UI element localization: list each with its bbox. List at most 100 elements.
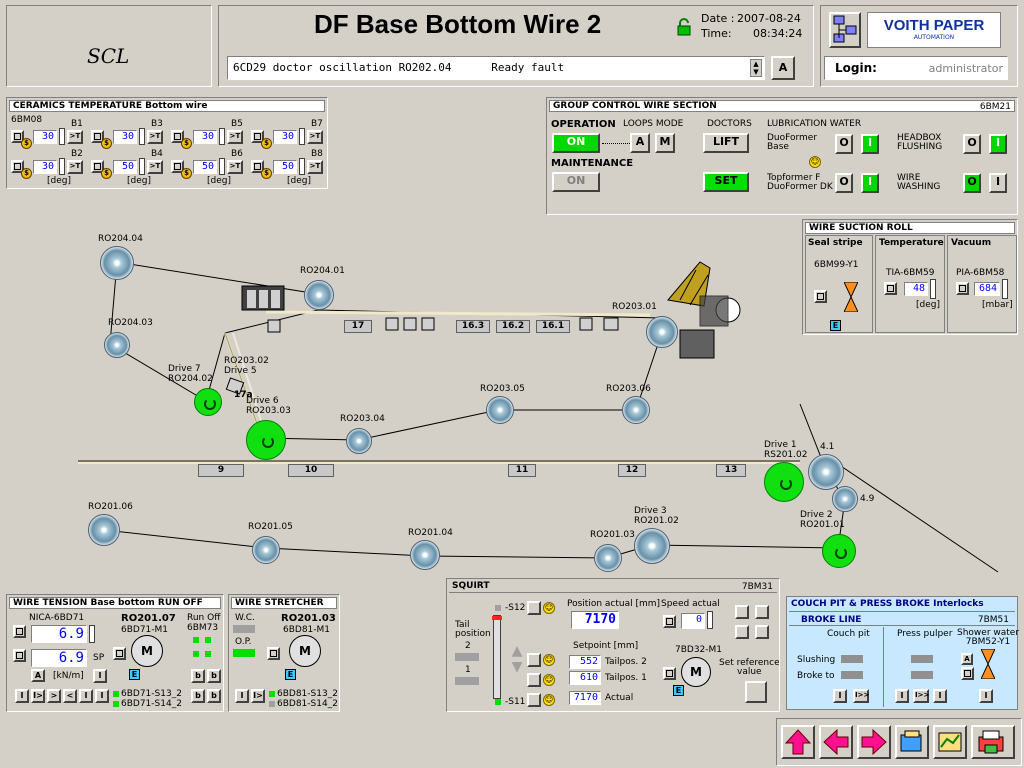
wire-tension-mode-button[interactable]: I	[93, 669, 107, 683]
wire-tension-leg1: 6BD71-S13_2	[121, 689, 182, 699]
broke-to-couch-indicator	[841, 671, 863, 679]
couch-pit-btn-2[interactable]: I>>	[853, 689, 869, 703]
op-indicator	[233, 649, 255, 657]
wire-tension-step-1[interactable]: I	[15, 689, 29, 703]
s11-button[interactable]	[527, 693, 541, 707]
run-off-b-button-4[interactable]: b	[207, 689, 221, 703]
wire-tension-a-button[interactable]: A	[31, 669, 45, 682]
ro201-05-roll[interactable]	[252, 536, 280, 564]
foil-box-7[interactable]: 12	[618, 464, 646, 477]
tail-pos2-label: 2	[465, 641, 471, 651]
tail-pos1-label: 1	[465, 665, 471, 675]
nav-trend-icon[interactable]	[933, 725, 967, 759]
tailpos1-label: Tailpos. 1	[605, 673, 647, 683]
nav-print-icon[interactable]	[971, 725, 1015, 759]
tailpos1-button[interactable]	[527, 673, 541, 687]
foil-box-0[interactable]: 17	[344, 320, 372, 333]
shower-a-button[interactable]: A	[961, 653, 973, 665]
nav-up-arrow-icon[interactable]	[781, 725, 815, 759]
ro201-04-roll[interactable]	[410, 540, 440, 570]
wire-tension-step-3[interactable]: >	[47, 689, 61, 703]
actual-value: 7170	[569, 691, 601, 705]
wire-stretcher-step-1[interactable]: I	[235, 689, 249, 703]
roll-label-ro203-06: RO203.06	[606, 384, 651, 394]
foil-box-5[interactable]: 10	[288, 464, 334, 477]
drive2-roll[interactable]	[822, 534, 856, 568]
ro204-04-roll[interactable]	[100, 246, 134, 280]
foil-box-2[interactable]: 16.2	[496, 320, 530, 333]
wire-tension-leg1-led	[113, 691, 119, 697]
drive1-roll[interactable]	[764, 462, 804, 502]
foil-box-3[interactable]: 16.1	[536, 320, 570, 333]
press-pulper-btn-2[interactable]: I>>	[913, 689, 929, 703]
wire-stretcher-leg2: 6BD81-S14_2	[277, 699, 338, 709]
roll-label-ro201-06: RO201.06	[88, 502, 133, 512]
wire-tension-select-2[interactable]	[13, 649, 26, 662]
wire-stretcher-motor-select[interactable]	[267, 647, 280, 660]
set-reference-button[interactable]	[745, 681, 767, 703]
foil-box-6[interactable]: 11	[508, 464, 536, 477]
ro204-03-roll[interactable]	[104, 332, 130, 358]
foil-box-1[interactable]: 16.3	[456, 320, 490, 333]
wire-tension-select-1[interactable]	[13, 625, 26, 638]
roll-label-ro201-05: RO201.05	[248, 522, 293, 532]
ro201-06-roll[interactable]	[88, 514, 120, 546]
move-arrows-icon[interactable]: ▲ ▼	[509, 643, 525, 677]
squirt-btn-4[interactable]	[755, 625, 769, 639]
wire-stretcher-e-badge: E	[285, 669, 296, 680]
nav-left-arrow-icon[interactable]	[819, 725, 853, 759]
roll-label-drive2: Drive 2 RO201.01	[800, 510, 845, 530]
wire-tension-step-6[interactable]: I	[95, 689, 109, 703]
wire-tension-motor-select[interactable]	[113, 647, 126, 660]
couch-pit-btn-1[interactable]: I	[833, 689, 847, 703]
wire-tension-unit: [kN/m]	[53, 671, 84, 681]
wc-label: W.C.	[235, 613, 255, 623]
drive7-roll[interactable]	[194, 388, 222, 416]
squirt-btn-1[interactable]	[735, 605, 749, 619]
foil-box-8[interactable]: 13	[716, 464, 746, 477]
wire-stretcher-step-2[interactable]: I>	[251, 689, 265, 703]
wire-tension-step-2[interactable]: I>	[31, 689, 45, 703]
shower-btn[interactable]: I	[979, 689, 993, 703]
drive3-roll[interactable]	[634, 528, 670, 564]
squirt-motor-select[interactable]	[663, 667, 676, 680]
wire-tension-setpoint: 6.9	[31, 649, 87, 667]
ro203-04-roll[interactable]	[346, 428, 372, 454]
wire-tension-step-5[interactable]: I	[79, 689, 93, 703]
couch-pit-col-label: Couch pit	[827, 629, 870, 639]
ro203-01-roll[interactable]	[646, 316, 678, 348]
wire-tension-leg2-led	[113, 701, 119, 707]
speed-select[interactable]	[663, 615, 676, 628]
run-off-b-button-3[interactable]: b	[191, 689, 205, 703]
nav-overview-icon[interactable]	[895, 725, 929, 759]
ro203-05-roll[interactable]	[486, 396, 514, 424]
run-off-b-button-1[interactable]: b	[191, 669, 205, 683]
ro201-03-roll[interactable]	[594, 544, 622, 572]
squirt-btn-2[interactable]	[755, 605, 769, 619]
couch-pit-tag: 7BM51	[977, 615, 1009, 625]
tailpos2-button[interactable]	[527, 653, 541, 667]
squirt-btn-3[interactable]	[735, 625, 749, 639]
nav-right-arrow-icon[interactable]	[857, 725, 891, 759]
slushing-couch-indicator	[841, 655, 863, 663]
shower-select[interactable]	[961, 667, 974, 680]
wire-stretcher-leg1: 6BD81-S13_2	[277, 689, 338, 699]
s12-button[interactable]	[527, 601, 541, 615]
ro203-06-roll[interactable]	[622, 396, 650, 424]
ro204-01-roll[interactable]	[304, 280, 334, 310]
run-off-label: Run Off	[187, 613, 221, 623]
drive6-roll[interactable]	[246, 420, 286, 460]
press-pulper-btn-3[interactable]: I	[933, 689, 947, 703]
wire-tension-leg2: 6BD71-S14_2	[121, 699, 182, 709]
roll-4-1[interactable]	[808, 454, 844, 490]
wire-tension-e-badge: E	[129, 669, 140, 680]
roll-label-ro204-03: RO204.03	[108, 318, 153, 328]
run-off-b-button-2[interactable]: b	[207, 669, 221, 683]
roll-4-9[interactable]	[832, 486, 858, 512]
press-pulper-btn-1[interactable]: I	[895, 689, 909, 703]
tail-position-label: Tail position	[455, 620, 491, 639]
roll-label-ro203-05: RO203.05	[480, 384, 525, 394]
tailpos1-value: 610	[569, 671, 601, 685]
wire-tension-step-4[interactable]: <	[63, 689, 77, 703]
foil-box-4[interactable]: 9	[198, 464, 244, 477]
